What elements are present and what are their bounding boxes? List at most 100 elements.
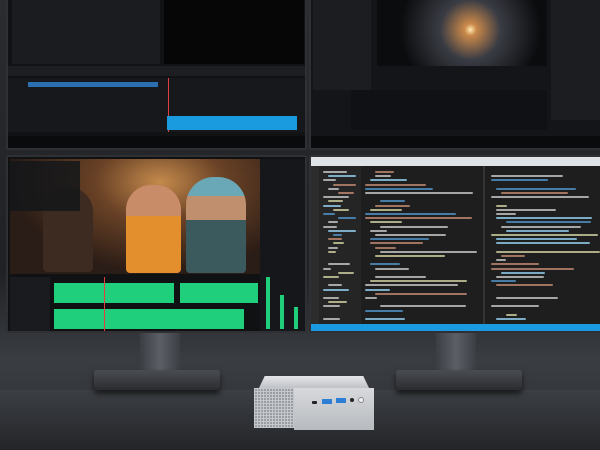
- code-line: [375, 276, 426, 278]
- code-line: [328, 238, 343, 241]
- code-line: [370, 280, 467, 283]
- timeline-clip-blue: [28, 82, 158, 87]
- code-line: [365, 318, 405, 320]
- audio-jack: [350, 398, 354, 402]
- code-line: [501, 192, 568, 194]
- mixer-meter-2: [280, 295, 284, 329]
- code-line: [506, 221, 592, 224]
- code-line: [323, 171, 348, 173]
- left-stand-base: [94, 370, 220, 390]
- editor-title-bar: [311, 157, 600, 166]
- monitor-top-left-video-editor: [6, 0, 307, 150]
- code-line: [365, 217, 473, 220]
- preview-pane-2: [164, 0, 304, 64]
- code-line: [496, 318, 527, 320]
- code-line: [333, 208, 350, 211]
- code-line: [328, 246, 338, 249]
- code-line: [370, 263, 400, 266]
- split-divider: [483, 166, 485, 324]
- person-right: [186, 177, 246, 273]
- code-line: [380, 225, 449, 228]
- timeline-clip-cyan: [167, 116, 297, 130]
- usb-a-port-1: [322, 399, 332, 404]
- code-line: [370, 229, 388, 232]
- level-meters: [10, 161, 80, 211]
- code-line: [491, 179, 548, 182]
- code-line: [491, 234, 599, 236]
- person-middle: [126, 185, 181, 273]
- code-line: [491, 305, 539, 308]
- code-line: [370, 208, 402, 211]
- mini-pc: [252, 376, 376, 432]
- code-line: [323, 276, 340, 278]
- activity-bar: [311, 166, 319, 324]
- code-line: [501, 225, 582, 228]
- code-line: [380, 250, 478, 253]
- mini-pc-front: [294, 388, 374, 430]
- code-line: [323, 288, 349, 291]
- usb-c-port: [312, 401, 317, 404]
- code-line: [333, 234, 342, 236]
- code-line: [323, 213, 335, 215]
- code-line: [501, 255, 525, 257]
- mini-pc-side-vent: [254, 388, 294, 428]
- code-line: [491, 196, 589, 199]
- taskbar: [311, 136, 600, 148]
- code-line: [501, 271, 546, 274]
- code-line: [496, 259, 507, 262]
- code-line: [328, 301, 348, 304]
- code-line: [323, 318, 340, 320]
- code-line: [375, 175, 391, 178]
- code-line: [365, 288, 390, 291]
- transport-bar: [8, 66, 305, 76]
- monitor-top-right-compositor: [309, 0, 600, 150]
- code-line: [328, 229, 356, 232]
- code-line: [496, 208, 557, 211]
- code-line: [375, 292, 468, 295]
- code-line: [328, 187, 340, 190]
- preview-pane: [12, 0, 160, 64]
- code-line: [506, 313, 517, 316]
- code-line: [496, 250, 600, 253]
- code-line: [365, 187, 433, 190]
- mixer-meter-3: [294, 307, 298, 329]
- audio-playhead: [104, 277, 105, 331]
- code-line: [491, 263, 539, 266]
- code-line: [496, 204, 507, 207]
- node-panel: [313, 0, 371, 90]
- code-line: [323, 196, 350, 199]
- mixer-meter-1: [266, 277, 270, 329]
- code-line: [338, 217, 357, 220]
- code-line: [323, 297, 340, 299]
- code-line: [338, 192, 354, 194]
- code-line: [328, 175, 356, 178]
- audio-clip-3: [54, 309, 244, 329]
- status-bar: [311, 324, 600, 331]
- code-line: [491, 175, 563, 178]
- code-line: [323, 225, 338, 228]
- code-line: [496, 284, 554, 287]
- code-line: [496, 276, 545, 278]
- track-headers: [10, 277, 50, 331]
- code-line: [370, 238, 429, 241]
- code-line: [370, 179, 407, 182]
- keyframe-area: [351, 90, 547, 130]
- right-stand-base: [396, 370, 522, 390]
- code-line: [365, 309, 403, 312]
- code-line: [491, 280, 516, 283]
- code-line: [323, 267, 332, 270]
- audio-clip-1: [54, 283, 174, 303]
- code-line: [375, 255, 446, 257]
- power-button: [358, 397, 364, 403]
- code-line: [496, 217, 592, 220]
- code-line: [380, 305, 466, 308]
- code-line: [333, 183, 357, 186]
- code-line: [375, 171, 395, 173]
- audio-clip-2: [180, 283, 258, 303]
- code-line: [496, 297, 558, 299]
- code-line: [365, 183, 427, 186]
- code-line: [338, 271, 355, 274]
- code-line: [496, 238, 577, 241]
- code-line: [375, 204, 411, 207]
- code-line: [328, 250, 337, 253]
